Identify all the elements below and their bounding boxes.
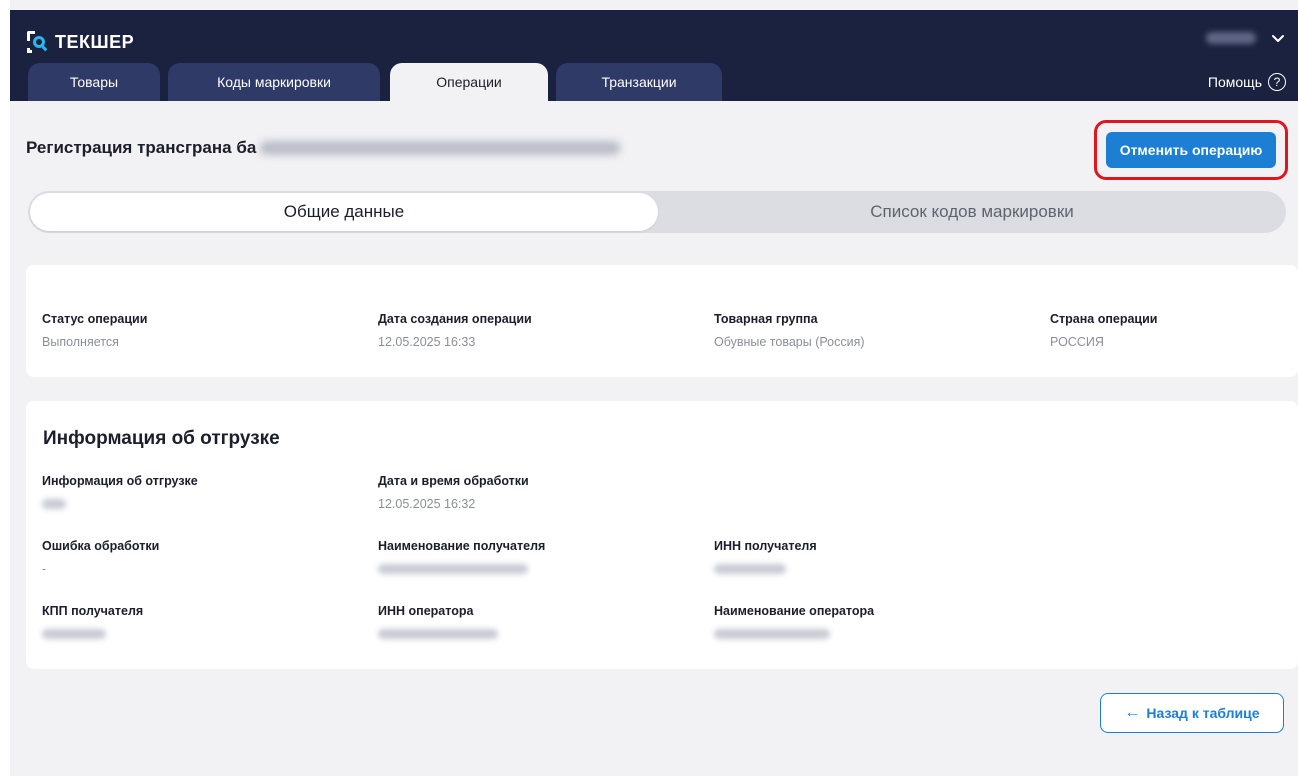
field-label: Наименование получателя <box>378 539 546 553</box>
operation-id-redacted <box>260 141 621 155</box>
field-recipient-kpp: КПП получателя <box>42 604 143 639</box>
segment-marking-codes-list[interactable]: Список кодов маркировки <box>658 191 1286 233</box>
logo-text: ТЕКШЕР <box>55 31 135 52</box>
section-switcher: Общие данные Список кодов маркировки <box>28 191 1286 233</box>
field-label: Дата создания операции <box>378 312 532 326</box>
tab-transactions[interactable]: Транзакции <box>556 63 722 101</box>
field-value-redacted <box>378 629 498 639</box>
field-value-redacted <box>714 629 830 639</box>
field-value-redacted <box>714 564 786 574</box>
arrow-left-icon: ← <box>1124 704 1141 721</box>
logo-icon <box>27 31 49 53</box>
back-button-label: Назад к таблице <box>1146 705 1260 721</box>
operation-summary-card: Статус операции Выполняется Дата создани… <box>26 265 1298 377</box>
back-to-table-button[interactable]: ← Назад к таблице <box>1100 693 1284 733</box>
logo[interactable]: ТЕКШЕР <box>27 31 134 53</box>
field-value: РОССИЯ <box>1050 335 1104 349</box>
field-label: ИНН оператора <box>378 604 474 618</box>
app-window: ТЕКШЕР Товары Коды маркировки Операции Т… <box>10 0 1298 776</box>
help-link[interactable]: Помощь ? <box>1208 73 1286 91</box>
field-operation-status: Статус операции Выполняется <box>42 312 147 349</box>
field-shipment-info: Информация об отгрузке <box>42 474 198 509</box>
section-title: Информация об отгрузке <box>43 428 280 449</box>
field-value: Выполняется <box>42 335 119 349</box>
page-title: Регистрация трансграна ба <box>26 138 257 157</box>
tab-products[interactable]: Товары <box>28 63 160 101</box>
field-value-redacted <box>42 629 106 639</box>
field-processing-error: Ошибка обработки - <box>42 539 159 576</box>
field-value-redacted <box>378 564 528 574</box>
field-label: Информация об отгрузке <box>42 474 198 488</box>
field-label: КПП получателя <box>42 604 144 618</box>
field-value: 12.05.2025 16:32 <box>378 497 476 511</box>
field-value: 12.05.2025 16:33 <box>378 335 476 349</box>
field-product-group: Товарная группа Обувные товары (Россия) <box>714 312 865 349</box>
field-value: Обувные товары (Россия) <box>714 335 865 349</box>
tab-marking-codes[interactable]: Коды маркировки <box>168 63 380 101</box>
segment-general-data[interactable]: Общие данные <box>30 193 658 231</box>
highlight-frame: Отменить операцию <box>1094 120 1288 180</box>
field-operator-inn: ИНН оператора <box>378 604 498 639</box>
field-creation-date: Дата создания операции 12.05.2025 16:33 <box>378 312 532 349</box>
field-recipient-inn: ИНН получателя <box>714 539 817 574</box>
cancel-operation-button[interactable]: Отменить операцию <box>1106 132 1276 168</box>
field-value: - <box>42 562 47 576</box>
question-circle-icon: ? <box>1268 73 1286 91</box>
field-label: Наименование оператора <box>714 604 875 618</box>
help-label: Помощь <box>1207 74 1262 90</box>
page-title-row: Регистрация трансграна ба <box>26 138 621 158</box>
field-label: Страна операции <box>1050 312 1158 326</box>
field-label: Статус операции <box>42 312 148 326</box>
tab-operations[interactable]: Операции <box>390 63 548 101</box>
top-navigation-bar: ТЕКШЕР Товары Коды маркировки Операции Т… <box>10 10 1298 101</box>
field-label: Товарная группа <box>714 312 818 326</box>
field-label: Ошибка обработки <box>42 539 160 553</box>
field-operator-name: Наименование оператора <box>714 604 874 639</box>
chevron-down-icon[interactable] <box>1270 30 1286 46</box>
field-operation-country: Страна операции РОССИЯ <box>1050 312 1158 349</box>
field-recipient-name: Наименование получателя <box>378 539 545 574</box>
field-processing-datetime: Дата и время обработки 12.05.2025 16:32 <box>378 474 529 511</box>
field-value-redacted <box>42 499 66 509</box>
field-label: ИНН получателя <box>714 539 817 553</box>
user-name-redacted[interactable] <box>1206 32 1256 44</box>
shipment-info-card: Информация об отгрузке Информация об отг… <box>26 401 1298 669</box>
field-label: Дата и время обработки <box>378 474 529 488</box>
